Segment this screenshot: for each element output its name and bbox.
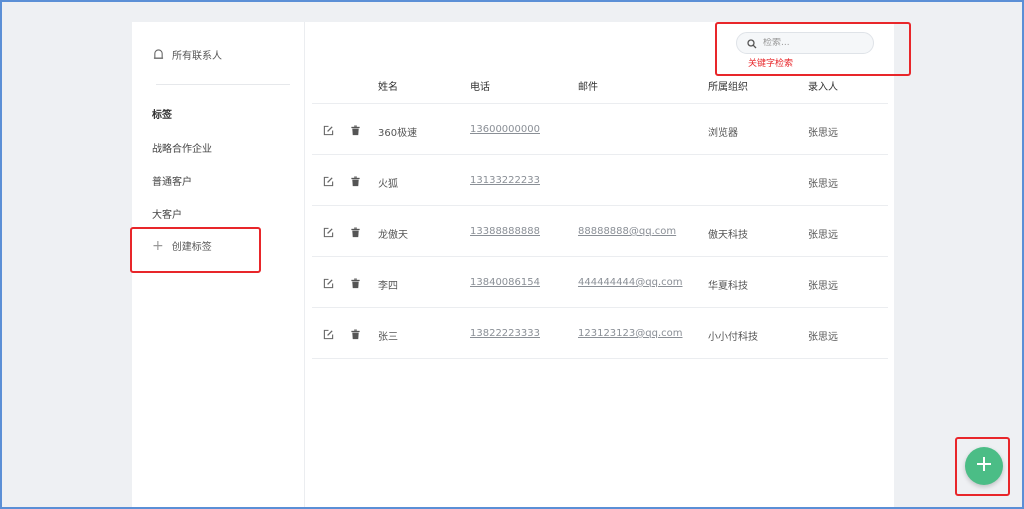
contact-creator: 张思远	[808, 332, 838, 343]
contact-name: 张三	[378, 332, 398, 343]
table-row: 火狐 13133222233 张思远	[312, 155, 888, 206]
contact-creator: 张思远	[808, 179, 838, 190]
column-header-name[interactable]: 姓名	[378, 78, 398, 93]
tags-heading: 标签	[152, 110, 172, 121]
sidebar-item-all-contacts[interactable]: 所有联系人	[152, 46, 222, 62]
phone-link[interactable]: 13840086154	[470, 277, 540, 288]
contact-creator: 张思远	[808, 230, 838, 241]
email-link[interactable]: 88888888@qq.com	[578, 226, 676, 237]
contact-org: 傲天科技	[708, 230, 748, 241]
delete-icon[interactable]	[349, 226, 361, 238]
contacts-table: 姓名 电话 邮件 所属组织 录入人 360极速 13600000000 浏览器 …	[312, 62, 888, 359]
edit-icon[interactable]	[322, 328, 334, 340]
contact-creator: 张思远	[808, 128, 838, 139]
column-header-org[interactable]: 所属组织	[708, 78, 748, 93]
sidebar-tag-item[interactable]: 战略合作企业	[152, 140, 212, 155]
contact-org: 小小付科技	[708, 332, 758, 343]
search-box[interactable]	[736, 32, 874, 54]
contact-email: 88888888@qq.com	[578, 226, 676, 237]
phone-link[interactable]: 13133222233	[470, 175, 540, 186]
edit-icon[interactable]	[322, 226, 334, 238]
contact-phone: 13840086154	[470, 277, 540, 288]
phone-link[interactable]: 13388888888	[470, 226, 540, 237]
table-header: 姓名 电话 邮件 所属组织 录入人	[312, 62, 888, 104]
delete-icon[interactable]	[349, 124, 361, 136]
add-contact-button[interactable]	[965, 447, 1003, 485]
plus-icon	[975, 455, 993, 477]
search-annotation: 关键字检索	[748, 59, 794, 69]
edit-icon[interactable]	[322, 175, 334, 187]
contact-org: 华夏科技	[708, 281, 748, 292]
contact-phone: 13388888888	[470, 226, 540, 237]
email-link[interactable]: 123123123@qq.com	[578, 328, 683, 339]
table-row: 360极速 13600000000 浏览器 张思远	[312, 104, 888, 155]
contact-email: 123123123@qq.com	[578, 328, 683, 339]
sidebar-divider	[156, 84, 290, 85]
column-header-creator[interactable]: 录入人	[808, 78, 838, 93]
contact-name: 李四	[378, 281, 398, 292]
contact-phone: 13822223333	[470, 328, 540, 339]
contact-creator: 张思远	[808, 281, 838, 292]
delete-icon[interactable]	[349, 328, 361, 340]
table-row: 张三 13822223333 123123123@qq.com 小小付科技 张思…	[312, 308, 888, 359]
search-input[interactable]	[763, 38, 863, 48]
plus-icon: +	[152, 237, 164, 254]
phone-link[interactable]: 13600000000	[470, 124, 540, 135]
edit-icon[interactable]	[322, 124, 334, 136]
contact-name: 360极速	[378, 128, 418, 139]
sidebar: 所有联系人 标签 战略合作企业 普通客户 大客户 + 创建标签	[132, 22, 305, 509]
contact-phone: 13133222233	[470, 175, 540, 186]
contacts-icon	[152, 48, 164, 60]
column-header-email[interactable]: 邮件	[578, 78, 598, 93]
contact-email: 444444444@qq.com	[578, 277, 683, 288]
sidebar-item-label: 所有联系人	[172, 50, 222, 62]
delete-icon[interactable]	[349, 175, 361, 187]
sidebar-tag-item[interactable]: 普通客户	[152, 173, 192, 188]
edit-icon[interactable]	[322, 277, 334, 289]
contact-org: 浏览器	[708, 128, 738, 139]
contact-name: 火狐	[378, 179, 398, 190]
create-tag-button[interactable]: + 创建标签	[152, 237, 212, 254]
email-link[interactable]: 444444444@qq.com	[578, 277, 683, 288]
create-tag-label: 创建标签	[171, 242, 212, 253]
main-card: 所有联系人 标签 战略合作企业 普通客户 大客户 + 创建标签 姓名 电话 邮件…	[132, 22, 894, 509]
delete-icon[interactable]	[349, 277, 361, 289]
search-icon	[747, 34, 757, 53]
table-row: 龙傲天 13388888888 88888888@qq.com 傲天科技 张思远	[312, 206, 888, 257]
contact-name: 龙傲天	[378, 230, 408, 241]
phone-link[interactable]: 13822223333	[470, 328, 540, 339]
sidebar-tag-item[interactable]: 大客户	[152, 206, 182, 221]
contact-phone: 13600000000	[470, 124, 540, 135]
column-header-phone[interactable]: 电话	[470, 78, 490, 93]
table-row: 李四 13840086154 444444444@qq.com 华夏科技 张思远	[312, 257, 888, 308]
